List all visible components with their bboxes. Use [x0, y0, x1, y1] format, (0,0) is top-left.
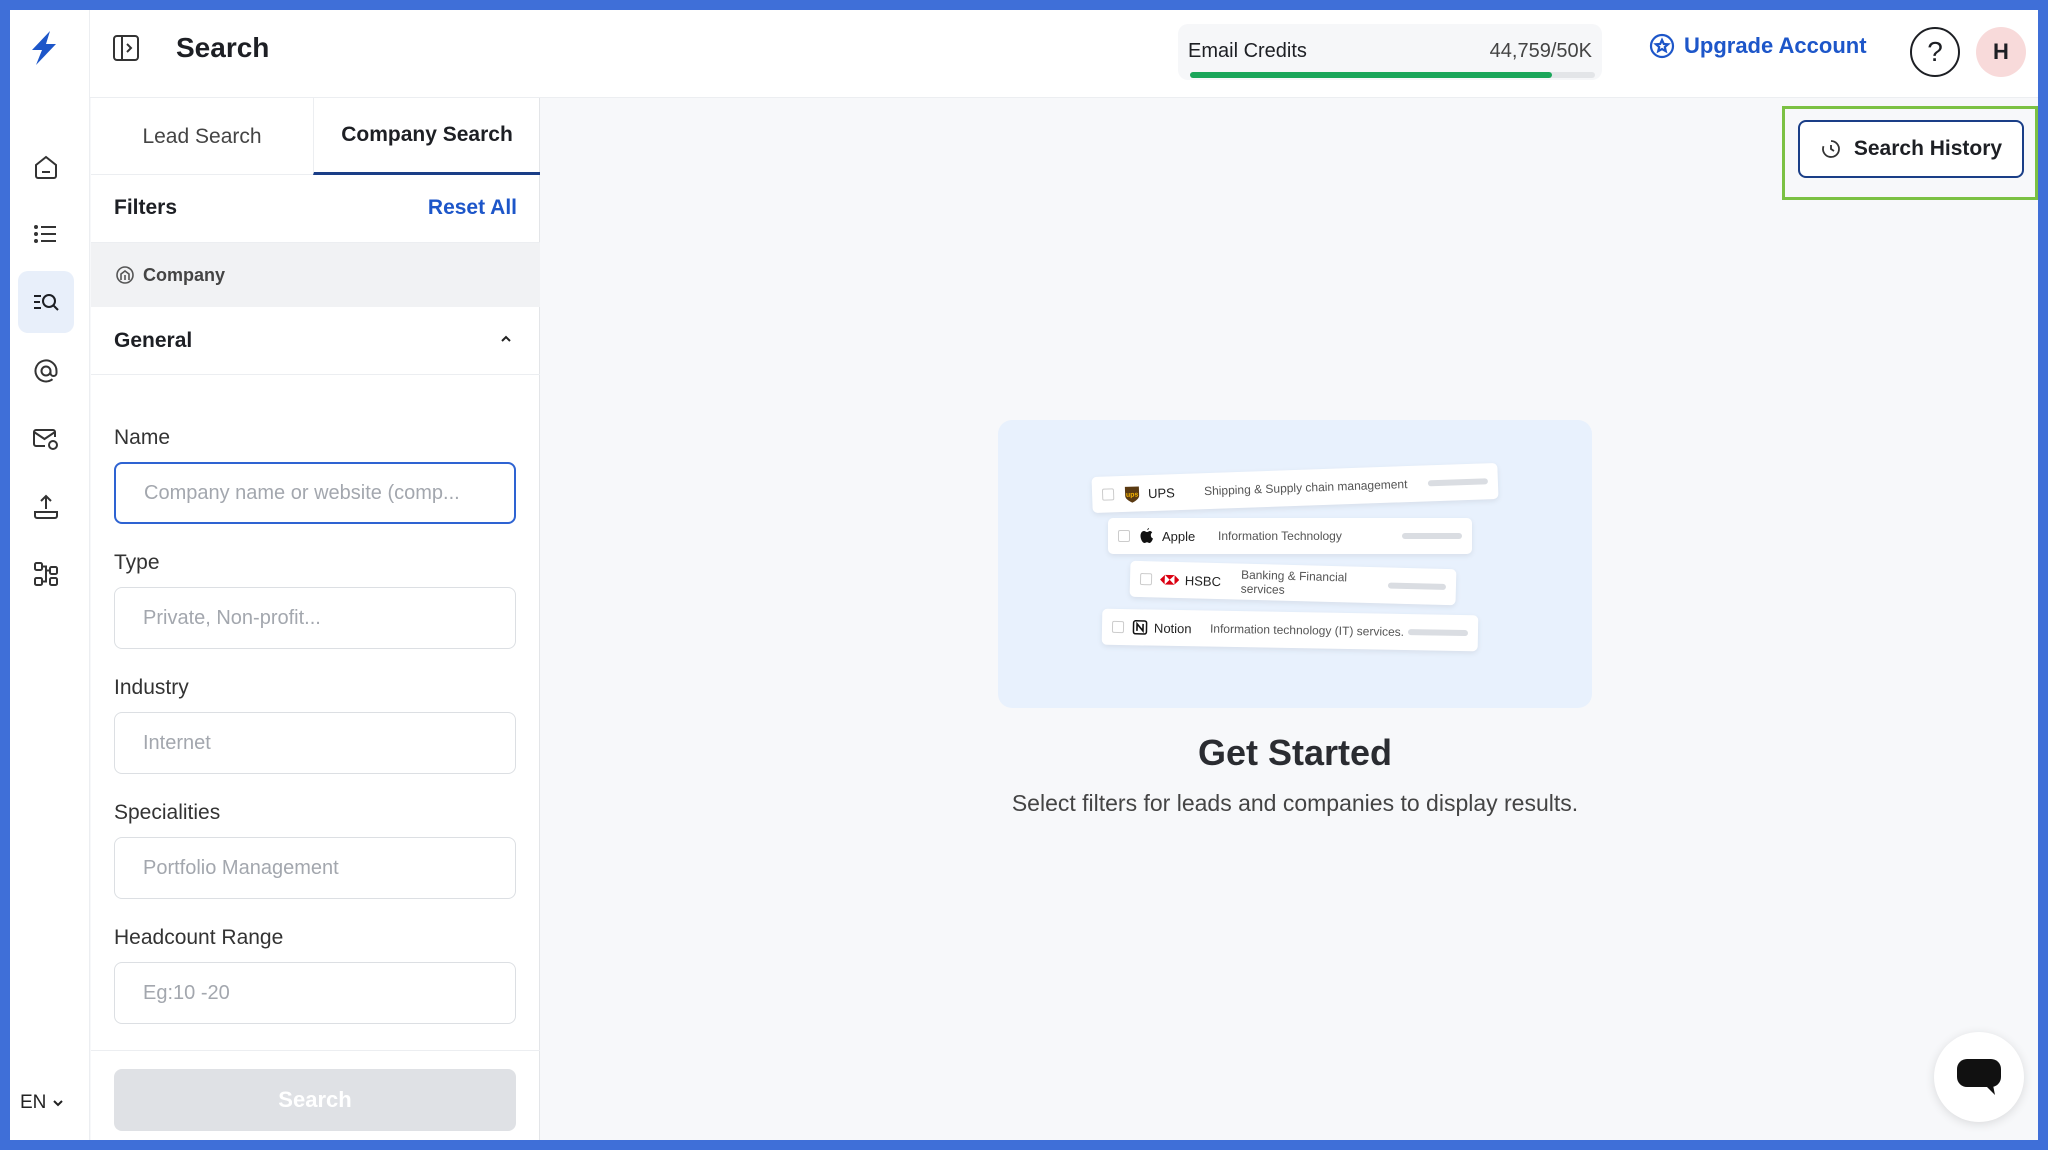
card-brand: Apple: [1162, 528, 1196, 544]
logo-icon: [32, 31, 56, 65]
card-checkbox: [1101, 488, 1115, 501]
language-label: EN: [20, 1092, 47, 1113]
search-tabs: Lead Search Company Search: [91, 98, 540, 175]
company-name-input[interactable]: [114, 462, 516, 524]
card-sector: Information technology (IT) services.: [1209, 621, 1405, 639]
card-sector: Banking & Financial services: [1240, 567, 1348, 597]
credits-progress-fill: [1190, 72, 1553, 78]
ups-logo-icon: ups: [1124, 486, 1140, 503]
nav-upload[interactable]: [18, 476, 74, 538]
credits-value: 44,759/50K: [1489, 40, 1592, 62]
tab-lead-search[interactable]: Lead Search: [91, 98, 313, 175]
question-icon: ?: [1927, 36, 1943, 67]
chat-bubble-icon: [1957, 1059, 2001, 1095]
badge-star-icon: [1649, 33, 1675, 59]
search-history-button[interactable]: Search History: [1798, 120, 2024, 178]
type-input[interactable]: [114, 587, 516, 649]
industry-input[interactable]: [114, 712, 516, 774]
upgrade-account-button[interactable]: Upgrade Account: [1648, 32, 1867, 60]
headcount-range-input[interactable]: [114, 962, 516, 1024]
page-title: Search: [176, 32, 270, 63]
sample-company-card: HSBC Banking & Financial services: [1129, 560, 1457, 606]
company-section-label: Company: [143, 264, 226, 285]
apple-logo-icon: [1140, 528, 1153, 543]
card-brand: UPS: [1147, 484, 1176, 501]
nav-email[interactable]: [18, 340, 74, 402]
left-nav-rail: EN: [10, 10, 90, 1140]
language-selector[interactable]: EN: [20, 1092, 64, 1114]
search-history-label: Search History: [1853, 137, 2003, 160]
user-avatar[interactable]: H: [1976, 27, 2026, 77]
chevron-up-icon: [501, 335, 511, 342]
card-sector: Information Technology: [1218, 529, 1342, 543]
tab-company-search[interactable]: Company Search: [313, 98, 540, 175]
empty-state-subtitle: Select filters for leads and companies t…: [1011, 790, 1579, 816]
card-checkbox: [1118, 530, 1130, 542]
headcount-label: Headcount Range: [114, 926, 284, 949]
name-label: Name: [114, 426, 171, 449]
app-window: EN Search Email Credits 44,759/50K Upgra…: [10, 10, 2038, 1140]
sidebar-toggle-icon[interactable]: [110, 32, 142, 64]
company-section: Company: [91, 243, 540, 307]
svg-text:ups: ups: [1126, 491, 1139, 498]
workflow-icon: [34, 562, 58, 586]
chevron-down-icon: [53, 1100, 64, 1107]
filters-title: Filters: [114, 196, 178, 219]
empty-state-illustration: ups UPS Shipping & Supply chain manageme…: [998, 420, 1592, 708]
mail-settings-icon: [33, 429, 58, 450]
chat-widget-button[interactable]: [1934, 1032, 2024, 1122]
card-brand: Notion: [1153, 620, 1192, 636]
at-sign-icon: [34, 359, 58, 383]
filter-panel-footer: Search: [91, 1050, 540, 1140]
credits-label: Email Credits: [1188, 40, 1307, 62]
home-icon: [35, 155, 57, 179]
search-list-icon: [34, 294, 59, 311]
card-placeholder-bar: [1388, 582, 1447, 591]
card-checkbox: [1139, 572, 1152, 586]
credits-progress-track: [1190, 72, 1595, 78]
nav-lists[interactable]: [18, 203, 74, 265]
nav-search[interactable]: [18, 271, 74, 333]
upgrade-label: Upgrade Account: [1684, 33, 1867, 58]
nav-home[interactable]: [18, 136, 74, 198]
email-credits-meter: Email Credits 44,759/50K: [1178, 24, 1602, 80]
sample-company-card: Notion Information technology (IT) servi…: [1101, 608, 1479, 652]
card-placeholder-bar: [1427, 478, 1488, 487]
list-icon: [34, 225, 56, 243]
industry-label: Industry: [114, 676, 189, 699]
building-icon: [116, 266, 134, 284]
card-brand: HSBC: [1184, 572, 1222, 589]
filter-panel: Lead Search Company Search Filters Reset…: [91, 98, 540, 1140]
card-placeholder-bar: [1402, 533, 1462, 539]
history-clock-icon: [1821, 140, 1840, 158]
upload-icon: [34, 494, 58, 519]
type-label: Type: [114, 551, 160, 574]
empty-state-title: Get Started: [1197, 732, 1393, 773]
hsbc-logo-icon: [1159, 574, 1179, 585]
avatar-initial: H: [1993, 39, 2009, 64]
specialities-input[interactable]: [114, 837, 516, 899]
nav-campaigns[interactable]: [18, 408, 74, 470]
notion-logo-icon: [1132, 620, 1148, 635]
card-placeholder-bar: [1407, 629, 1469, 637]
nav-integrations[interactable]: [18, 543, 74, 605]
search-button[interactable]: Search: [114, 1069, 516, 1131]
sample-company-card: Apple Information Technology: [1108, 518, 1472, 554]
reset-all-button[interactable]: Reset All: [428, 196, 517, 220]
card-checkbox: [1111, 620, 1125, 634]
specialities-label: Specialities: [114, 801, 221, 824]
filters-header: Filters Reset All: [91, 175, 540, 243]
help-button[interactable]: ?: [1910, 27, 1960, 77]
general-accordion-header[interactable]: General: [91, 307, 540, 375]
sample-company-card: ups UPS Shipping & Supply chain manageme…: [1091, 462, 1499, 514]
top-header: Search Email Credits 44,759/50K Upgrade …: [90, 10, 2038, 98]
card-sector: Shipping & Supply chain management: [1203, 477, 1408, 499]
general-title: General: [114, 329, 193, 352]
